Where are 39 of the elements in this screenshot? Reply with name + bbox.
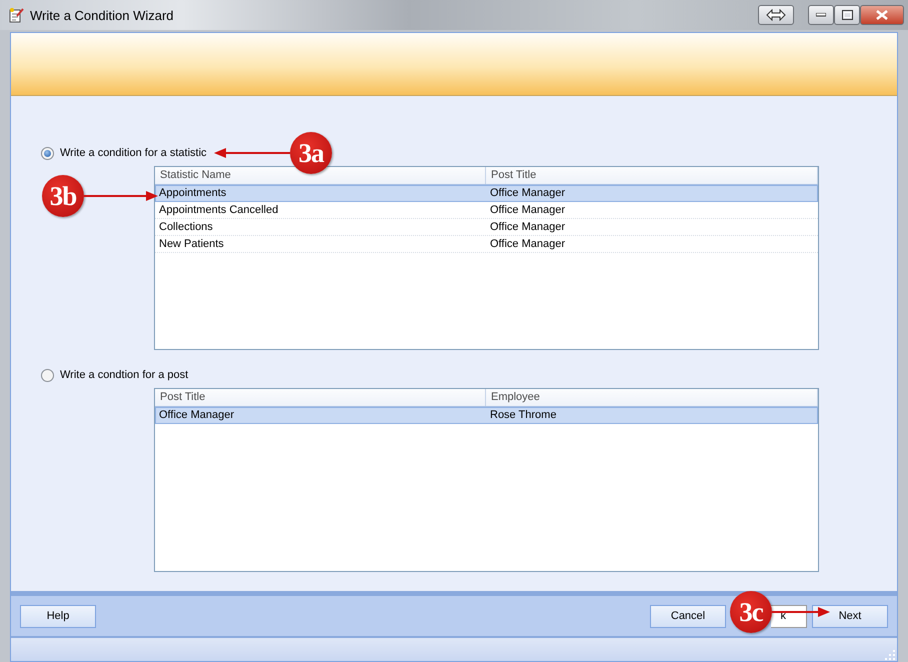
table-cell-text: Office Manager xyxy=(489,237,566,252)
radio-button[interactable] xyxy=(41,146,54,160)
table-cell-text: Appointments xyxy=(158,186,228,201)
close-icon xyxy=(876,10,888,20)
arrow-icon xyxy=(84,191,158,201)
close-button[interactable] xyxy=(860,5,904,25)
table-cell-text: New Patients xyxy=(158,237,225,252)
resize-grip-icon xyxy=(883,649,897,661)
wizard-icon xyxy=(8,7,24,23)
resize-button[interactable] xyxy=(758,5,794,25)
maximize-icon xyxy=(842,10,852,20)
column-header[interactable]: Employee xyxy=(486,389,818,406)
radio-label: Write a condition for a statistic xyxy=(60,147,207,159)
table-cell-text: Rose Throme xyxy=(489,408,558,423)
grid-row[interactable]: Collections Office Manager xyxy=(155,219,818,236)
radio-button[interactable] xyxy=(41,368,54,382)
column-header[interactable]: Post Title xyxy=(155,389,486,406)
grid-row[interactable]: Appointments Office Manager xyxy=(155,185,818,202)
table-cell-text: Collections xyxy=(158,220,214,235)
maximize-button[interactable] xyxy=(834,5,860,25)
arrow-icon xyxy=(772,607,830,617)
column-header[interactable]: Post Title xyxy=(486,167,818,184)
grid-row[interactable]: Appointments Cancelled Office Manager xyxy=(155,202,818,219)
dialog-button[interactable]: Cancel xyxy=(650,604,726,628)
dialog-button[interactable]: Next xyxy=(812,604,888,628)
double-arrow-icon xyxy=(766,9,786,21)
dialog-button[interactable]: Help xyxy=(20,604,96,628)
window-title: Write a Condition Wizard xyxy=(30,8,175,22)
table-cell-text: Office Manager xyxy=(489,203,566,218)
table-cell-text: Office Manager xyxy=(489,186,566,201)
table-cell-text: Appointments Cancelled xyxy=(158,203,280,218)
grid-row[interactable]: Office Manager Rose Throme xyxy=(155,407,818,424)
minimize-button[interactable] xyxy=(808,5,834,25)
table-cell-text: Office Manager xyxy=(489,220,566,235)
grid-row[interactable]: New Patients Office Manager xyxy=(155,236,818,253)
minimize-icon xyxy=(816,13,826,17)
arrow-icon xyxy=(214,148,290,158)
radio-label: Write a condtion for a post xyxy=(60,369,188,381)
table-cell-text: Office Manager xyxy=(158,408,236,423)
